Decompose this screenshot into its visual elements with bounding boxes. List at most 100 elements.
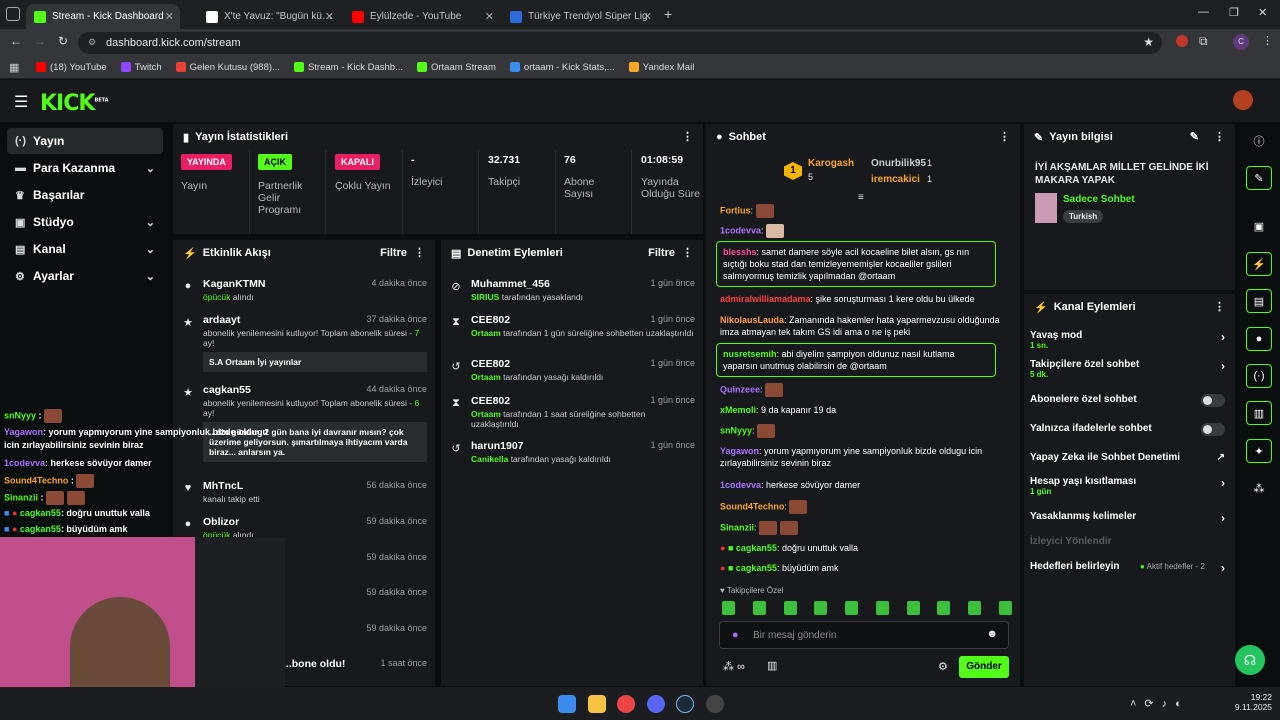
category-link[interactable]: Sadece Sohbet: [1063, 194, 1135, 205]
mod-log-icon[interactable]: ▤: [1246, 289, 1272, 313]
panel-menu-icon[interactable]: ⋮: [1214, 130, 1225, 143]
reload-icon[interactable]: ↻: [58, 34, 68, 48]
forward-icon[interactable]: →: [34, 34, 46, 48]
sidebar-item-para-kazanma[interactable]: ▬ Para Kazanma ⌄: [7, 155, 163, 181]
panel-menu-icon[interactable]: ⋮: [682, 246, 693, 259]
filter-button[interactable]: Filtre: [648, 247, 675, 259]
help-chat-button[interactable]: ☊: [1235, 645, 1265, 675]
moderator-name[interactable]: Ortaam: [471, 328, 501, 338]
emote-icon[interactable]: [783, 601, 797, 615]
edit-icon[interactable]: ✎: [1190, 130, 1199, 143]
emote-only-toggle[interactable]: [1201, 423, 1225, 436]
close-tab-icon[interactable]: ✕: [643, 10, 652, 23]
hamburger-menu-icon[interactable]: ☰: [14, 92, 28, 112]
moderator-name[interactable]: SIRIUS: [471, 292, 499, 302]
panel-menu-icon[interactable]: ⋮: [999, 130, 1010, 143]
back-icon[interactable]: ←: [10, 34, 22, 48]
kick-logo[interactable]: KICKBETA: [40, 91, 109, 116]
tag-chip[interactable]: Turkish: [1063, 210, 1104, 223]
emoji-icon[interactable]: ☻: [986, 628, 998, 640]
sidebar-item-ayarlar[interactable]: ⚙ Ayarlar ⌄: [7, 263, 163, 289]
action-account-age[interactable]: Hesap yaşı kısıtlaması 1 gün ›: [1030, 476, 1225, 496]
info-icon[interactable]: ⓘ: [1246, 129, 1272, 153]
chat-username[interactable]: cagkan55: [736, 563, 777, 573]
moderator-name[interactable]: Canikella: [471, 454, 508, 464]
action-goals[interactable]: Hedefleri belirleyin ● Aktif hedefler - 2…: [1030, 561, 1225, 575]
edit-stream-icon[interactable]: ✎: [1246, 166, 1272, 190]
clock[interactable]: 19:22 9.11.2025: [1228, 692, 1272, 712]
bookmark-gmail[interactable]: Gelen Kutusu (988)...: [175, 62, 280, 73]
top-gifter-3[interactable]: iremcakici: [871, 174, 920, 185]
browser-tab[interactable]: Eylülzede - YouTube ✕: [344, 4, 500, 29]
emote-icon[interactable]: [845, 601, 859, 615]
chat-username[interactable]: Sound4Techno: [720, 501, 784, 511]
moderator-name[interactable]: Ortaam: [471, 372, 501, 382]
emote-icon[interactable]: [875, 601, 889, 615]
user-avatar[interactable]: [1233, 90, 1253, 110]
action-ai-moderation[interactable]: Yapay Zeka ile Sohbet Denetimi ↗: [1030, 452, 1225, 463]
bookmark-kick-stats[interactable]: ortaam - Kick Stats,...: [509, 62, 615, 73]
chat-username[interactable]: snNyyy: [720, 425, 752, 435]
action-banned-words[interactable]: Yasaklanmış kelimeler ›: [1030, 511, 1225, 525]
subscribers-only-toggle[interactable]: [1201, 394, 1225, 407]
chat-username[interactable]: Sinanzii: [720, 522, 754, 532]
tab-search-icon[interactable]: [6, 7, 20, 21]
chat-username[interactable]: nusretsemih: [723, 349, 777, 359]
activity-icon[interactable]: ⁂: [1246, 476, 1272, 500]
bookmark-kick-dashboard[interactable]: Stream - Kick Dashb...: [293, 62, 403, 73]
action-followers-only[interactable]: Takipçilere özel sohbet 5 dk. ›: [1030, 359, 1225, 379]
stats-icon[interactable]: ▥: [1246, 401, 1272, 425]
chrome-icon[interactable]: [617, 695, 635, 713]
chat-username[interactable]: cagkan55: [736, 543, 777, 553]
system-tray-icons[interactable]: ˄⟳♪◐: [1130, 697, 1190, 710]
chat-username[interactable]: Fortius: [720, 205, 751, 215]
chat-username[interactable]: 1codevva: [720, 225, 761, 235]
chat-username[interactable]: NikolausLauda: [720, 315, 784, 325]
steam-icon[interactable]: [676, 695, 694, 713]
file-explorer-icon[interactable]: [588, 695, 606, 713]
new-tab-button[interactable]: +: [664, 6, 672, 22]
profile-avatar[interactable]: C: [1233, 34, 1249, 50]
panel-menu-icon[interactable]: ⋮: [682, 130, 693, 143]
close-tab-icon[interactable]: ✕: [485, 10, 494, 23]
close-tab-icon[interactable]: ✕: [165, 10, 174, 23]
menu-dots-icon[interactable]: ⋮: [1262, 34, 1273, 47]
quick-actions-icon[interactable]: ⚡: [1246, 252, 1272, 276]
emote-icon[interactable]: [968, 601, 982, 615]
chat-username[interactable]: admiralwilliamadama: [720, 294, 811, 304]
chat-username[interactable]: Yagawon: [720, 446, 759, 456]
minimize-button[interactable]: —: [1198, 6, 1209, 18]
chat-icon[interactable]: ●: [1246, 327, 1272, 351]
chat-tools-icon[interactable]: ⁂ ∞: [723, 660, 745, 673]
emote-icon[interactable]: [937, 601, 951, 615]
emote-icon[interactable]: [752, 601, 766, 615]
panel-menu-icon[interactable]: ⋮: [414, 246, 425, 259]
discord-icon[interactable]: [647, 695, 665, 713]
broadcast-icon[interactable]: (·): [1246, 364, 1272, 388]
emote-icon[interactable]: [998, 601, 1012, 615]
extensions-puzzle-icon[interactable]: ⧉: [1199, 34, 1208, 49]
emote-icon[interactable]: [814, 601, 828, 615]
chat-username[interactable]: blesshs: [723, 247, 757, 257]
bookmark-twitch[interactable]: Twitch: [120, 62, 162, 73]
sidebar-item-basarilar[interactable]: ♛ Başarılar: [7, 182, 163, 208]
browser-tab[interactable]: Stream - Kick Dashboard ✕: [26, 4, 180, 29]
chat-input[interactable]: ● Bir mesaj gönderin ☻: [719, 621, 1009, 649]
maximize-button[interactable]: ❐: [1229, 6, 1239, 19]
filter-button[interactable]: Filtre: [380, 247, 407, 259]
action-slow-mode[interactable]: Yavaş mod 1 sn. ›: [1030, 330, 1225, 350]
address-bar[interactable]: ⚙ dashboard.kick.com/stream ★: [78, 32, 1162, 54]
bookmark-ortaam-stream[interactable]: Ortaam Stream: [416, 62, 496, 73]
browser-tab[interactable]: X'te Yavuz: "Bugün küçük bir ya...✕: [198, 4, 340, 29]
moderator-name[interactable]: Ortaam: [471, 409, 501, 419]
sidebar-item-yayin[interactable]: (·) Yayın: [7, 128, 163, 154]
send-button[interactable]: Gönder: [959, 656, 1009, 678]
expand-icon[interactable]: ≡: [858, 192, 864, 203]
sidebar-item-studyo[interactable]: ▣ Stüdyo ⌄: [7, 209, 163, 235]
bookmark-star-icon[interactable]: ★: [1143, 35, 1154, 49]
sidebar-item-kanal[interactable]: ▤ Kanal ⌄: [7, 236, 163, 262]
close-window-button[interactable]: ✕: [1258, 6, 1267, 19]
chat-username[interactable]: 1codevva: [720, 480, 761, 490]
top-gifter-1[interactable]: Karogash: [808, 158, 854, 169]
site-info-icon[interactable]: ⚙: [88, 37, 96, 48]
